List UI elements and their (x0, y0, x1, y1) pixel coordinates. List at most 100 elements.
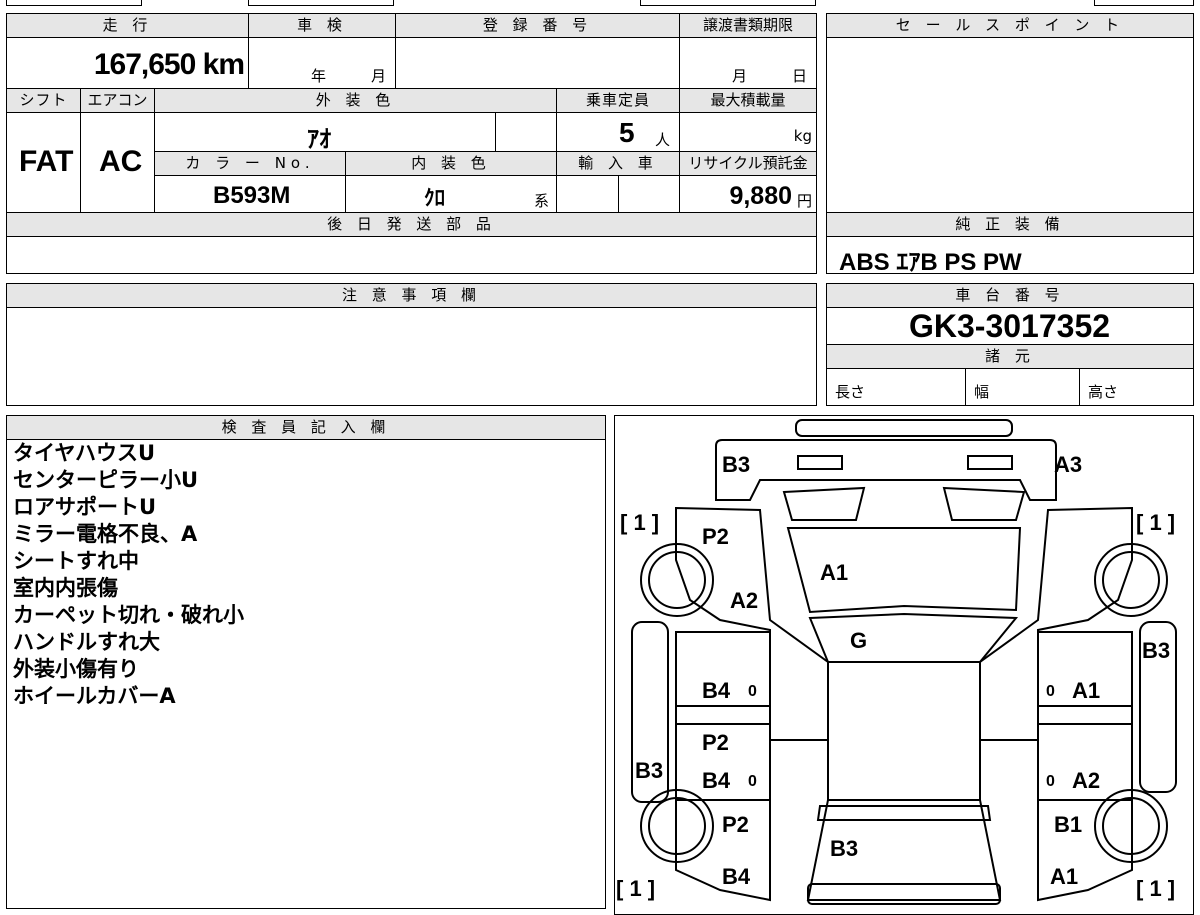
mark-front-left-fender: P2 (702, 524, 729, 549)
chassis-number: GK3-3017352 (909, 308, 1111, 344)
max-load-header: 最大積載量 (679, 88, 817, 113)
color-no-value: B593M (213, 182, 291, 209)
inspector-note: 室内内張傷 (13, 576, 118, 600)
tire-mark-front-right: [ 1 ] (1136, 510, 1175, 535)
import-cell-a (556, 175, 619, 213)
equipment-value: ABS ｴｱB PS PW (839, 249, 1022, 276)
mark-right-a1: A1 (1072, 678, 1100, 703)
recycle-fee-yen: 円 (796, 192, 812, 210)
inspector-note: シートすれ中 (13, 549, 139, 573)
mark-front-right-bumper: A3 (1054, 452, 1082, 477)
color-no-cell: B593M (154, 175, 346, 213)
inspector-note: ホイールカバーA (13, 684, 176, 708)
sales-point-cell (826, 37, 1194, 213)
shaken-cell: 年 月 (248, 37, 396, 89)
inspector-note: ハンドルすれ大 (13, 630, 160, 654)
registration-header: 登 録 番 号 (395, 13, 680, 38)
shift-value: FAT (19, 145, 74, 178)
transfer-deadline-header: 譲渡書類期限 (679, 13, 817, 38)
exterior-color-value: ｱｵ (307, 126, 331, 153)
mark-right-a1-n: 0 (1046, 683, 1055, 700)
max-load-cell: kg (679, 112, 817, 152)
top-strip (0, 0, 1200, 8)
mark-left-b4-lower: B4 (702, 768, 731, 793)
inspector-note: 外装小傷有り (13, 657, 139, 681)
car-diagram: [ 1 ] [ 1 ] [ 1 ] [ 1 ] B3 A3 P2 A1 A2 G… (616, 419, 1177, 905)
max-load-unit: kg (793, 127, 812, 145)
interior-color-header: 内 装 色 (345, 151, 557, 176)
ac-cell: AC (80, 112, 155, 213)
transfer-month-unit: 月 (732, 67, 748, 85)
mark-right-rear-b1: B1 (1054, 812, 1082, 837)
mileage-cell: 167,650 km (6, 37, 249, 89)
registration-cell (395, 37, 680, 89)
later-parts-header: 後 日 発 送 部 品 (6, 212, 817, 237)
spec-height-cell: 高さ (1079, 368, 1194, 406)
shaken-header: 車 検 (248, 13, 396, 38)
capacity-value: 5 (619, 117, 635, 148)
mark-left-rear-b4: B4 (722, 864, 751, 889)
interior-color-cell: ｸﾛ 系 (345, 175, 557, 213)
mark-left-p2-lower: P2 (702, 730, 729, 755)
exterior-color-sub-cell (495, 112, 557, 152)
mark-right-a2-n: 0 (1046, 773, 1055, 790)
shaken-year-unit: 年 (311, 67, 327, 85)
shift-header: シフト (6, 88, 81, 113)
mark-right-b3: B3 (1142, 638, 1170, 663)
spec-width-cell: 幅 (965, 368, 1080, 406)
inspector-header: 検 査 員 記 入 欄 (6, 415, 606, 440)
mark-front-left-bumper: B3 (722, 452, 750, 477)
interior-color-suffix: 系 (534, 192, 550, 210)
mark-right-rear-a1: A1 (1050, 864, 1078, 889)
inspector-note: ロアサポートU (13, 495, 157, 519)
caution-cell (6, 307, 817, 406)
mark-trunk-b3: B3 (830, 836, 858, 861)
chassis-cell: GK3-3017352 (826, 307, 1194, 345)
recycle-fee-value: 9,880 (729, 182, 792, 210)
spec-length-label: 長さ (835, 383, 866, 401)
interior-color-value: ｸﾛ (424, 187, 445, 210)
mark-left-b4-upper: B4 (702, 678, 731, 703)
import-header: 輸 入 車 (556, 151, 680, 176)
shaken-month-unit: 月 (371, 67, 387, 85)
exterior-color-header: 外 装 色 (154, 88, 557, 113)
capacity-unit: 人 (655, 131, 671, 149)
transfer-day-unit: 日 (792, 67, 808, 85)
mark-left-b4-upper-n: 0 (748, 683, 757, 700)
spec-length-cell: 長さ (826, 368, 966, 406)
chassis-header: 車 台 番 号 (826, 283, 1194, 308)
tire-mark-rear-right: [ 1 ] (1136, 876, 1175, 901)
caution-header: 注 意 事 項 欄 (6, 283, 817, 308)
mark-left-b4-lower-n: 0 (748, 773, 757, 790)
transfer-cell: 月 日 (679, 37, 817, 89)
inspector-notes: タイヤハウスU センターピラー小U ロアサポートU ミラー電格不良、A シートす… (6, 439, 606, 909)
inspector-note: タイヤハウスU (13, 441, 156, 465)
mark-left-b3: B3 (635, 758, 663, 783)
mark-left-rear-p2: P2 (722, 812, 749, 837)
recycle-fee-header: リサイクル預託金 (679, 151, 817, 176)
capacity-cell: 5 人 (556, 112, 680, 152)
mark-roof: G (850, 628, 867, 653)
spec-height-label: 高さ (1088, 383, 1119, 401)
later-parts-cell (6, 236, 817, 274)
spec-width-label: 幅 (974, 383, 990, 401)
shift-cell: FAT (6, 112, 81, 213)
ac-value: AC (99, 145, 143, 178)
mark-hood: A1 (820, 560, 848, 585)
spec-header: 諸 元 (826, 344, 1194, 369)
recycle-fee-cell: 9,880 円 (679, 175, 817, 213)
mark-right-a2: A2 (1072, 768, 1100, 793)
tire-mark-rear-left: [ 1 ] (616, 876, 655, 901)
inspector-note: カーペット切れ・破れ小 (13, 603, 244, 627)
inspector-note: センターピラー小U (13, 468, 199, 492)
mileage-header: 走 行 (6, 13, 249, 38)
mark-left-a2: A2 (730, 588, 758, 613)
equipment-header: 純 正 装 備 (826, 212, 1194, 237)
ac-header: エアコン (80, 88, 155, 113)
capacity-header: 乗車定員 (556, 88, 680, 113)
import-cell-b (618, 175, 680, 213)
sales-point-header: セ ー ル ス ポ イ ン ト (826, 13, 1194, 38)
car-diagram-frame: [ 1 ] [ 1 ] [ 1 ] [ 1 ] B3 A3 P2 A1 A2 G… (614, 415, 1194, 915)
inspector-note: ミラー電格不良、A (13, 522, 198, 546)
mileage-value: 167,650 km (93, 48, 245, 81)
